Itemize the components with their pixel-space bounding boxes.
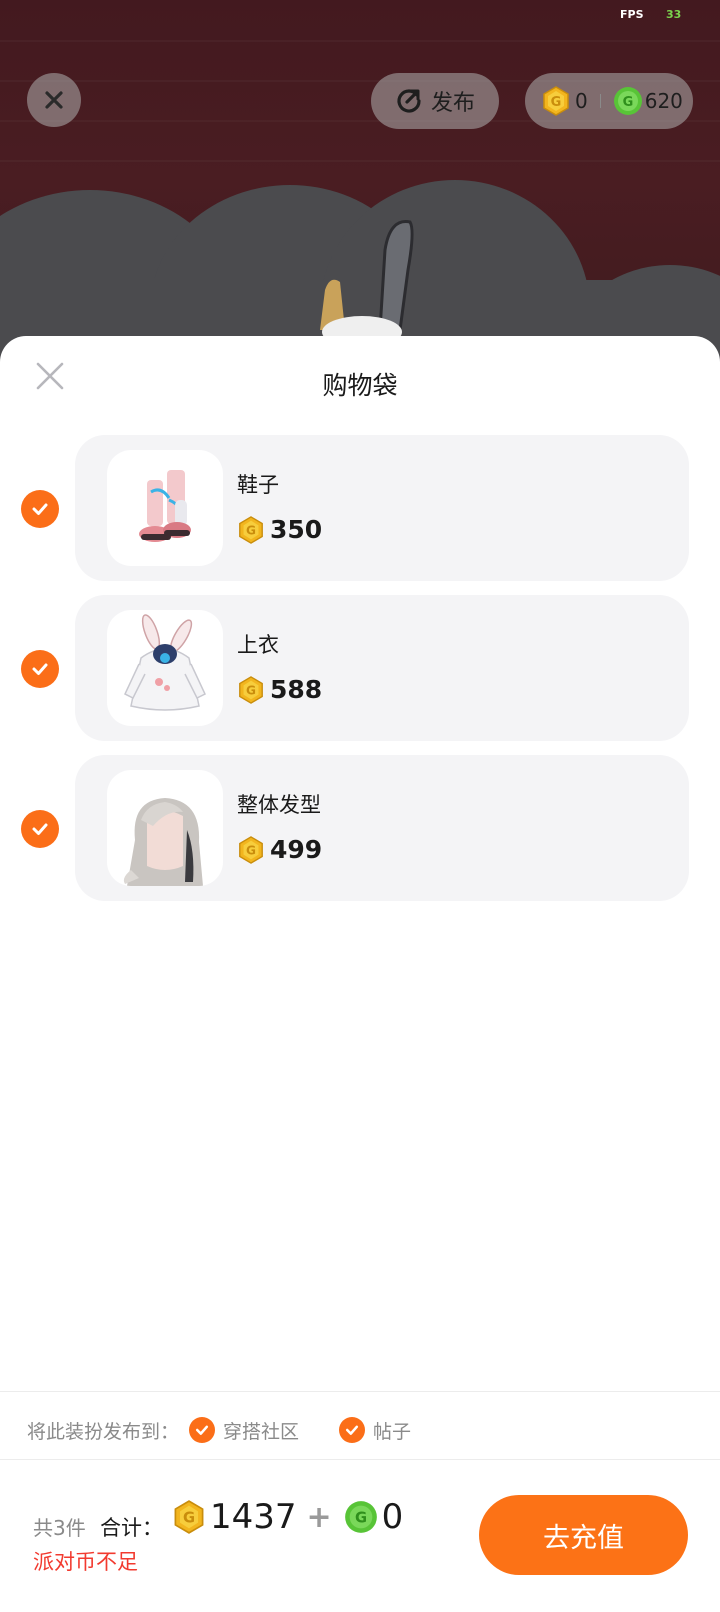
insufficient-balance-warning: 派对币不足 <box>33 1550 138 1574</box>
item-name: 鞋子 <box>237 473 279 497</box>
item-price: G 588 <box>237 675 322 704</box>
total-amount: G 1437 + G 0 <box>172 1497 403 1537</box>
gold-balance: 0 <box>575 89 588 113</box>
gold-coin-icon: G <box>174 1500 204 1534</box>
publish-label: 发布 <box>430 91 475 116</box>
item-checkbox[interactable] <box>21 650 59 688</box>
svg-text:G: G <box>551 95 562 110</box>
currency-balance[interactable]: G 0 G 620 <box>525 73 693 129</box>
item-card[interactable]: 鞋子 G 350 <box>75 435 689 581</box>
item-price-value: 350 <box>270 515 323 544</box>
total-label: 合计： <box>100 1516 163 1540</box>
green-coin-icon: G <box>613 87 642 115</box>
check-icon <box>32 503 48 515</box>
fps-value: 33 <box>666 8 682 21</box>
item-checkbox[interactable] <box>21 810 59 848</box>
option-post[interactable]: 帖子 <box>339 1417 411 1444</box>
svg-text:G: G <box>246 523 256 537</box>
check-icon <box>189 1417 216 1443</box>
item-name: 整体发型 <box>237 793 321 817</box>
divider <box>0 1391 720 1392</box>
gold-coin-icon: G <box>239 835 263 864</box>
item-checkbox[interactable] <box>21 490 59 528</box>
green-total: 0 <box>381 1497 404 1537</box>
list-item: 整体发型 G 499 <box>0 755 720 901</box>
publish-button[interactable]: 发布 <box>371 73 499 129</box>
option-label: 帖子 <box>373 1420 412 1443</box>
gold-coin-icon: G <box>543 86 569 116</box>
svg-text:G: G <box>622 95 633 110</box>
item-price: G 350 <box>237 515 322 544</box>
plus-sign: + <box>306 1499 332 1535</box>
item-price: G 499 <box>237 835 322 864</box>
hairstyle-thumbnail <box>107 770 223 886</box>
fps-label: FPS <box>620 8 644 21</box>
gold-coin-icon: G <box>239 515 263 544</box>
green-coin-icon: G <box>344 1501 377 1533</box>
recharge-button[interactable]: 去充值 <box>479 1495 688 1575</box>
sheet-title: 购物袋 <box>322 371 398 400</box>
check-icon <box>32 663 48 675</box>
publish-to-bar: 将此装扮发布到： 穿搭社区 帖子 <box>27 1412 411 1448</box>
close-icon <box>45 91 63 109</box>
currency-divider <box>599 94 601 108</box>
top-thumbnail <box>107 610 223 726</box>
check-icon <box>32 823 48 835</box>
green-balance: 620 <box>644 89 683 113</box>
svg-text:G: G <box>183 1510 195 1527</box>
gold-coin-icon: G <box>239 675 263 704</box>
item-price-value: 499 <box>270 835 323 864</box>
list-item: 鞋子 G 350 <box>0 435 720 581</box>
publish-icon <box>397 89 421 113</box>
character-ears-icon <box>320 220 414 340</box>
divider <box>0 1459 720 1460</box>
item-card[interactable]: 上衣 G 588 <box>75 595 689 741</box>
gold-total: 1437 <box>210 1497 297 1537</box>
svg-text:G: G <box>246 843 256 857</box>
scene-close-button[interactable] <box>27 73 81 127</box>
publish-to-label: 将此装扮发布到： <box>27 1420 180 1443</box>
option-label: 穿搭社区 <box>223 1420 300 1443</box>
check-icon <box>339 1417 366 1443</box>
item-card[interactable]: 整体发型 G 499 <box>75 755 689 901</box>
svg-text:G: G <box>246 683 256 697</box>
list-item: 上衣 G 588 <box>0 595 720 741</box>
item-name: 上衣 <box>237 633 279 657</box>
option-community[interactable]: 穿搭社区 <box>189 1417 299 1444</box>
svg-text:G: G <box>355 1510 367 1527</box>
shoes-thumbnail <box>107 450 223 566</box>
item-count: 共3件 <box>33 1516 86 1540</box>
item-price-value: 588 <box>270 675 323 704</box>
